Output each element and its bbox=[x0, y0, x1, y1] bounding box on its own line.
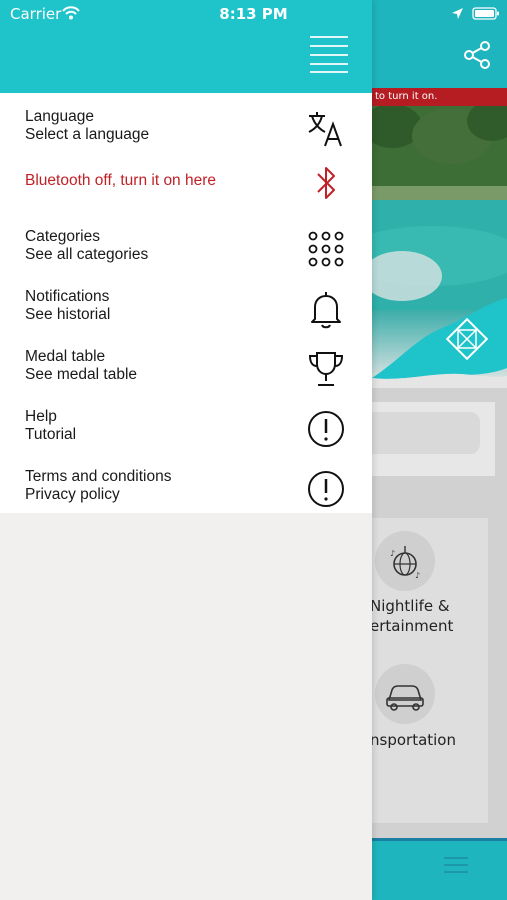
menu-item-title: Categories bbox=[25, 228, 100, 245]
share-icon[interactable] bbox=[462, 40, 492, 70]
car-icon bbox=[386, 685, 424, 711]
search-input[interactable] bbox=[372, 412, 480, 454]
hamburger-menu-icon[interactable] bbox=[309, 34, 349, 74]
menu-item-title: Terms and conditions bbox=[25, 468, 172, 485]
menu-item-help[interactable]: Help Tutorial bbox=[0, 398, 372, 458]
status-time: 8:13 PM bbox=[219, 5, 288, 23]
location-arrow-icon bbox=[452, 8, 463, 19]
menu-item-title: Help bbox=[25, 408, 57, 425]
alert-circle-icon bbox=[308, 411, 344, 447]
grid-dots-icon bbox=[308, 231, 344, 267]
menu-item-title: Language bbox=[25, 108, 94, 125]
menu-item-terms[interactable]: Terms and conditions Privacy policy bbox=[0, 458, 372, 518]
category-nightlife-label: Nightlife & bbox=[370, 597, 450, 615]
menu-item-medal-table[interactable]: Medal table See medal table bbox=[0, 338, 372, 398]
menu-item-subtitle: Privacy policy bbox=[25, 486, 120, 503]
bluetooth-off-label: Bluetooth off, turn it on here bbox=[25, 172, 217, 189]
menu-item-subtitle: See medal table bbox=[25, 366, 138, 383]
bluetooth-icon bbox=[317, 167, 335, 199]
svg-text:♪: ♪ bbox=[415, 571, 420, 580]
alert-circle-icon bbox=[308, 471, 344, 507]
bell-icon bbox=[311, 292, 341, 329]
menu-item-subtitle: See all categories bbox=[25, 246, 149, 263]
category-nightlife-label-2: ertainment bbox=[370, 617, 454, 635]
brand-logo-icon bbox=[446, 318, 488, 360]
status-bar: Carrier 8:13 PM bbox=[0, 0, 507, 28]
menu-item-title: Medal table bbox=[25, 348, 106, 365]
disco-ball-icon: ♪ ♪ bbox=[390, 546, 420, 580]
menu-item-categories[interactable]: Categories See all categories bbox=[0, 218, 372, 278]
menu-item-subtitle: See historial bbox=[25, 306, 111, 323]
menu-item-notifications[interactable]: Notifications See historial bbox=[0, 278, 372, 338]
menu-item-bluetooth[interactable]: Bluetooth off, turn it on here bbox=[0, 153, 372, 213]
bottom-bar bbox=[372, 838, 507, 900]
menu-item-subtitle: Select a language bbox=[25, 126, 150, 143]
drawer-menu-list: Language Select a language Bluetooth off… bbox=[0, 93, 372, 513]
menu-item-title: Notifications bbox=[25, 288, 110, 305]
menu-item-language[interactable]: Language Select a language bbox=[0, 98, 372, 158]
trophy-icon bbox=[308, 352, 344, 386]
battery-icon bbox=[472, 7, 499, 20]
menu-item-subtitle: Tutorial bbox=[25, 426, 77, 443]
category-transportation-button[interactable] bbox=[375, 664, 435, 724]
svg-text:♪: ♪ bbox=[390, 549, 395, 558]
category-transportation-label: nsportation bbox=[370, 731, 456, 749]
side-drawer: Language Select a language Bluetooth off… bbox=[0, 0, 372, 900]
menu-icon[interactable] bbox=[444, 856, 468, 874]
category-nightlife-button[interactable]: ♪ ♪ bbox=[375, 531, 435, 591]
bluetooth-warning-banner[interactable]: to turn it on. bbox=[372, 88, 507, 106]
translate-icon bbox=[308, 112, 342, 147]
